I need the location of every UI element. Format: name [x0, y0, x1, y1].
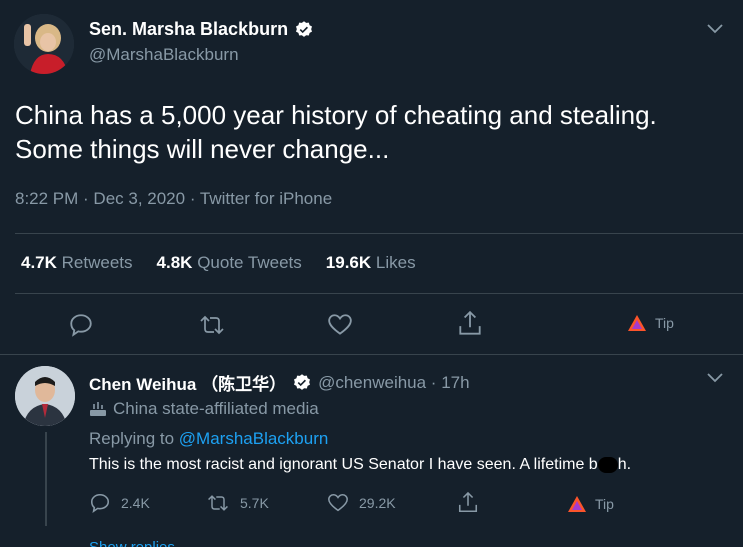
chevron-down-icon[interactable]	[707, 373, 723, 383]
share-icon[interactable]	[457, 310, 483, 338]
reply-author-name[interactable]: Chen Weihua （陈卫华）	[89, 370, 286, 395]
quotes-label: Quote Tweets	[197, 253, 302, 272]
tip-icon	[568, 496, 586, 512]
retweet-icon[interactable]	[198, 312, 226, 338]
main-tweet-text-line2: Some things will never change...	[15, 134, 390, 164]
state-media-icon	[90, 402, 106, 416]
tip-icon	[628, 315, 646, 331]
divider	[0, 354, 743, 355]
reply-like-button[interactable]: 29.2K	[327, 492, 396, 514]
main-tweet-text-line1: China has a 5,000 year history of cheati…	[15, 100, 657, 130]
quotes-count: 4.8K	[156, 253, 193, 272]
reply-avatar[interactable]	[15, 366, 75, 426]
verified-badge-icon	[296, 20, 313, 37]
main-tweet-meta[interactable]: 8:22 PM · Dec 3, 2020 · Twitter for iPho…	[15, 189, 332, 209]
share-icon[interactable]	[457, 491, 479, 515]
replying-to: Replying to @MarshaBlackburn	[89, 429, 328, 449]
main-tweet-text: China has a 5,000 year history of cheati…	[15, 98, 657, 166]
reply-retweet-count: 5.7K	[240, 495, 269, 511]
likes-stat[interactable]: 19.6K Likes	[326, 253, 416, 273]
likes-label: Likes	[375, 253, 416, 272]
reply-reply-count: 2.4K	[121, 495, 150, 511]
reply-reply-button[interactable]: 2.4K	[89, 492, 150, 514]
replying-prefix: Replying to	[89, 429, 175, 448]
reply-like-count: 29.2K	[359, 495, 396, 511]
likes-count: 19.6K	[325, 253, 372, 272]
show-replies-link[interactable]: Show replies	[89, 539, 175, 547]
replying-to-link[interactable]: @MarshaBlackburn	[179, 429, 329, 448]
divider	[15, 233, 743, 234]
thread-connector-line	[45, 432, 47, 526]
reply-text-after: h.	[617, 456, 632, 473]
retweet-icon	[208, 495, 228, 511]
reply-tip-button[interactable]: Tip	[567, 495, 614, 513]
verified-badge-icon	[294, 373, 311, 390]
chevron-down-icon[interactable]	[707, 24, 723, 34]
like-icon[interactable]	[327, 312, 353, 338]
reply-icon[interactable]	[68, 312, 94, 338]
retweets-label: Retweets	[61, 253, 133, 272]
retweets-stat[interactable]: 4.7K Retweets	[21, 253, 133, 273]
reply-text: This is the most racist and ignorant US …	[89, 456, 631, 474]
reply-text-before: This is the most racist and ignorant US …	[89, 456, 598, 473]
reply-handle-time[interactable]: @chenweihua · 17h	[318, 373, 469, 393]
main-tweet-author-name[interactable]: Sen. Marsha Blackburn	[89, 19, 288, 40]
quote-tweets-stat[interactable]: 4.8K Quote Tweets	[157, 253, 302, 273]
state-media-text: China state-affiliated media	[113, 399, 319, 418]
state-media-label: China state-affiliated media	[89, 399, 319, 419]
reply-icon	[90, 493, 110, 513]
main-tweet-handle[interactable]: @MarshaBlackburn	[89, 45, 239, 65]
main-tweet-avatar[interactable]	[14, 14, 74, 74]
like-icon	[328, 493, 348, 512]
reply-retweet-button[interactable]: 5.7K	[206, 492, 269, 514]
tip-button[interactable]: Tip	[627, 314, 674, 332]
retweets-count: 4.7K	[21, 253, 57, 272]
engagement-stats: 4.7K Retweets 4.8K Quote Tweets 19.6K Li…	[21, 253, 416, 273]
tip-label: Tip	[655, 315, 674, 331]
censor-redaction	[597, 456, 618, 473]
divider	[15, 293, 743, 294]
reply-tip-label: Tip	[595, 496, 614, 512]
